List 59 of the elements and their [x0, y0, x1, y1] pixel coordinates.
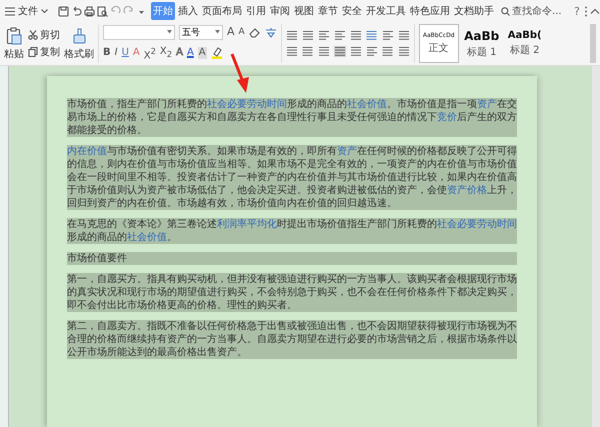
eraser-icon[interactable]	[248, 26, 261, 38]
format-button[interactable]: B	[103, 47, 111, 60]
more-icon[interactable]	[584, 6, 588, 16]
format-button[interactable]: A	[186, 47, 194, 60]
shrink-font-button[interactable]: A	[238, 26, 245, 38]
grow-font-button[interactable]: A	[227, 26, 235, 38]
ribbon-tab[interactable]: 文档助手	[453, 2, 495, 20]
style-button[interactable]: AaBb 标题 1	[462, 24, 502, 63]
paragraph-text: 市场价值，指生产部门所耗费的社会必要劳动时间形成的商品的社会价值。市场价值是指一项资产在交易市场上的价格，它是自愿买方和自愿卖方在各自理性行事且未受任何强迫的情况下竞价后产生的双方都能接受的价格。	[67, 98, 517, 137]
search-icon	[501, 6, 510, 16]
menu-icon	[5, 6, 15, 16]
align-center-icon[interactable]	[302, 46, 314, 57]
format-button[interactable]: A	[198, 47, 207, 60]
scissors-icon	[28, 30, 38, 40]
format-button[interactable]: X$^{2}$	[144, 44, 156, 62]
format-button[interactable]: I	[114, 47, 118, 60]
print-preview-icon[interactable]	[97, 6, 108, 16]
cut-button[interactable]: 剪切	[28, 28, 60, 42]
undo-arrow-icon[interactable]	[71, 6, 82, 16]
copy-icon	[28, 47, 38, 57]
paragraph-text: 市场价值要件	[67, 252, 517, 265]
arrow-drawing	[228, 52, 252, 94]
paragraph-text: 内在价值与市场价值有密切关系。如果市场是有效的，即所有资产在任何时候的价格都反映了公开可得的信息，则内在价值与市场价值应当相等。如果市场不是完全有效的，一项资产的内在价值与市场价值会在一段时间里不相等。投资者估计了一种资产的内在价值并与其市场价值进行比较，如果内在价值高于市场价值则认为资产被市场低估了，他会决定买进。投资者购进被低估的资产，会使资产价格上升，回归到资产的内在价值。市场越有效，市场价值向内在价值的回归越迅速。	[67, 145, 517, 210]
paste-button[interactable]: 粘贴	[4, 26, 24, 60]
align-left-icon[interactable]	[286, 46, 298, 57]
format-button[interactable]: U	[122, 47, 129, 60]
font-size-dropdown[interactable]: 五号	[179, 24, 223, 40]
paragraph-text: 第二，自愿卖方。指既不准备以任何价格急于出售或被强迫出售，也不会因期望获得被现行市场视为不合理的价格而继续持有资产的一方当事人。自愿卖方期望在进行必要的市场营销之后，根据市场条件以公开市场所能达到的最高价格出售资产。	[67, 320, 517, 359]
ribbon-tab[interactable]: 特色应用	[409, 2, 451, 20]
style-button[interactable]: AaBb( 标题 2	[504, 24, 545, 63]
copy-button[interactable]: 复制	[28, 45, 60, 59]
scroll-bar[interactable]	[592, 66, 600, 427]
paragraph-text: 第一，自愿买方。指具有购买动机，但并没有被强迫进行购买的一方当事人。该购买者会根据现行市场的真实状况和现行市场的期望值进行购买，不会特别急于购买，也不会在任何价格条件下都决定购买，即不会付出比市场价格更高的价格。理性的购买者。	[67, 273, 517, 312]
format-painter-button[interactable]: 格式刷	[64, 26, 94, 60]
paragraph-text: 在马克思的《资本论》第三卷论述利润率平均化时提出市场价值指生产部门所耗费的社会必要劳动时间 形成的商品的社会价值。	[67, 218, 517, 244]
collapse-icon[interactable]	[590, 8, 600, 14]
justify-icon[interactable]	[334, 46, 346, 57]
caret-icon	[167, 30, 172, 34]
ribbon-tab[interactable]: 视图	[293, 2, 315, 20]
ribbon-tab[interactable]: 页面布局	[201, 2, 243, 20]
ribbon-tab[interactable]: 安全	[341, 2, 363, 20]
format-button[interactable]: X$_{2}$	[160, 46, 172, 60]
clipboard-icon	[6, 26, 22, 44]
ribbon-tab[interactable]: 引用	[245, 2, 267, 20]
file-menu[interactable]: 文件	[3, 2, 50, 20]
align-right-icon[interactable]	[318, 46, 330, 57]
ribbon-tab[interactable]: 插入	[177, 2, 199, 20]
help-button[interactable]: ?	[572, 4, 582, 18]
paintbrush-icon	[71, 26, 87, 44]
caret-icon	[215, 30, 220, 34]
caret-icon	[41, 8, 48, 14]
print-icon[interactable]	[84, 6, 95, 16]
search-field[interactable]: 查找命令...	[501, 6, 570, 16]
ribbon-tab[interactable]: 开发工具	[365, 2, 407, 20]
save-icon[interactable]	[58, 6, 69, 16]
highlighter-icon[interactable]	[210, 47, 223, 60]
ribbon-tab[interactable]: 章节	[317, 2, 339, 20]
scroll-bar[interactable]	[590, 24, 596, 63]
ribbon-tab[interactable]: 审阅	[269, 2, 291, 20]
